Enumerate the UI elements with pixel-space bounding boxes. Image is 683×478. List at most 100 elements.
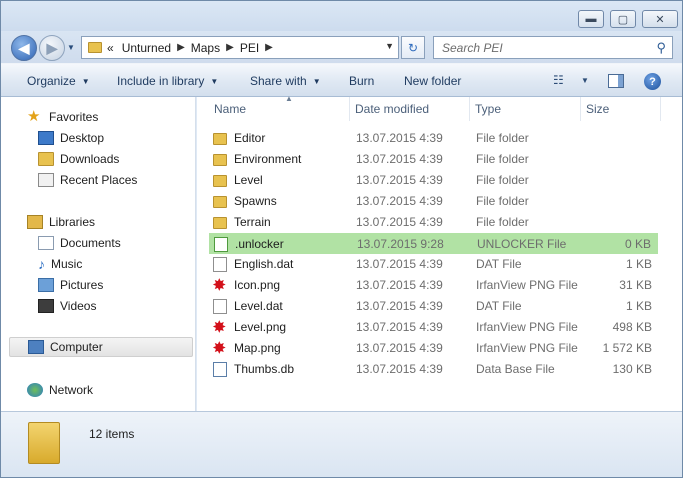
irfanview-icon: ✸ (213, 277, 226, 294)
file-name: Level (234, 173, 263, 187)
sidebar-item-network[interactable]: Network (27, 380, 187, 400)
views-dropdown[interactable]: ▼ (581, 76, 589, 85)
breadcrumb-maps[interactable]: Maps (191, 41, 220, 55)
include-in-library-menu[interactable]: Include in library ▼ (117, 74, 218, 88)
column-header-size[interactable]: Size (581, 97, 661, 121)
back-button[interactable]: ◀ (11, 35, 37, 61)
file-row[interactable]: Spawns 13.07.2015 4:39 File folder (209, 191, 658, 212)
file-date: 13.07.2015 4:39 (356, 320, 443, 334)
preview-pane-icon[interactable] (608, 74, 624, 88)
recent-pages-dropdown[interactable]: ▼ (67, 43, 75, 52)
chevron-down-icon: ▼ (210, 76, 219, 86)
search-box[interactable]: Search PEI ⚲ (433, 36, 673, 59)
sidebar-item-recent-places[interactable]: Recent Places (38, 170, 188, 190)
sidebar-item-label: Favorites (49, 110, 99, 124)
sidebar-item-favorites[interactable]: ★ Favorites (27, 107, 187, 127)
search-input[interactable]: Search PEI (442, 41, 656, 55)
file-size: 1 572 KB (602, 341, 652, 355)
explorer-window: ▬ ▢ ✕ ◀ ▶ ▼ « Unturned ▶ Maps ▶ PEI ▶ ▼ … (0, 0, 683, 478)
file-date: 13.07.2015 4:39 (356, 152, 443, 166)
sidebar-item-label: Libraries (49, 215, 96, 229)
close-button[interactable]: ✕ (642, 10, 678, 28)
share-with-menu[interactable]: Share with ▼ (250, 74, 321, 88)
file-icon (214, 237, 228, 252)
irfanview-icon: ✸ (213, 319, 226, 336)
desktop-icon (38, 131, 54, 145)
file-type: IrfanView PNG File (476, 278, 578, 292)
help-icon[interactable]: ? (644, 73, 661, 90)
file-date: 13.07.2015 4:39 (356, 278, 443, 292)
file-row[interactable]: ✸ Level.png 13.07.2015 4:39 IrfanView PNG F… (209, 317, 658, 338)
file-row[interactable]: Environment 13.07.2015 4:39 File folder (209, 149, 658, 170)
burn-button[interactable]: Burn (349, 74, 374, 88)
file-type: IrfanView PNG File (476, 341, 578, 355)
breadcrumb-separator[interactable]: ▶ (265, 42, 273, 53)
search-icon[interactable]: ⚲ (656, 40, 666, 56)
folder-icon (28, 422, 60, 464)
sidebar-item-downloads[interactable]: Downloads (38, 149, 188, 169)
new-folder-button[interactable]: New folder (404, 74, 461, 88)
sort-ascending-icon: ▲ (285, 94, 293, 103)
sidebar-item-music[interactable]: ♪ Music (38, 254, 188, 274)
column-header-label: Type (475, 102, 502, 116)
chevron-down-icon: ▼ (81, 76, 90, 86)
pictures-icon (38, 278, 54, 292)
column-header-label: Size (586, 102, 610, 116)
file-name: Level.dat (234, 299, 283, 313)
folder-icon (88, 42, 102, 53)
file-size: 130 KB (612, 362, 652, 376)
folder-icon (213, 154, 227, 166)
irfanview-icon: ✸ (213, 340, 226, 357)
file-row[interactable]: English.dat 13.07.2015 4:39 DAT File 1 KB (209, 254, 658, 275)
sidebar-item-libraries[interactable]: Libraries (27, 212, 187, 232)
share-label: Share with (250, 74, 307, 88)
sidebar-item-label: Network (49, 383, 94, 397)
details-pane: 12 items (1, 411, 682, 477)
column-header-type[interactable]: Type (470, 97, 581, 121)
sidebar-item-desktop[interactable]: Desktop (38, 128, 188, 148)
file-date: 13.07.2015 4:39 (356, 194, 443, 208)
file-row[interactable]: Thumbs.db 13.07.2015 4:39 Data Base File 13… (209, 359, 658, 380)
file-type: DAT File (476, 257, 522, 271)
sidebar-item-computer[interactable]: Computer (9, 337, 193, 357)
file-row[interactable]: Terrain 13.07.2015 4:39 File folder (209, 212, 658, 233)
breadcrumb-overflow[interactable]: « (107, 41, 114, 55)
organize-menu[interactable]: Organize ▼ (27, 74, 90, 88)
views-icon[interactable]: ☷ (553, 73, 564, 87)
sidebar-item-documents[interactable]: Documents (38, 233, 188, 253)
column-header-date[interactable]: Date modified (350, 97, 470, 121)
address-dropdown[interactable]: ▼ (385, 41, 394, 51)
sidebar-item-label: Desktop (60, 131, 105, 145)
column-header-name[interactable]: ▲ Name (209, 94, 350, 121)
address-bar[interactable]: « Unturned ▶ Maps ▶ PEI ▶ ▼ (81, 36, 399, 59)
file-row[interactable]: ✸ Icon.png 13.07.2015 4:39 IrfanView PNG Fi… (209, 275, 658, 296)
file-name: Thumbs.db (234, 362, 295, 376)
breadcrumb-separator[interactable]: ▶ (177, 42, 185, 53)
file-name: Map.png (234, 341, 281, 355)
file-row[interactable]: Level.dat 13.07.2015 4:39 DAT File 1 KB (209, 296, 658, 317)
file-type: UNLOCKER File (477, 237, 567, 251)
file-row[interactable]: ✸ Map.png 13.07.2015 4:39 IrfanView PNG Fil… (209, 338, 658, 359)
file-type: File folder (476, 131, 529, 145)
minimize-button[interactable]: ▬ (578, 10, 604, 28)
file-date: 13.07.2015 4:39 (356, 131, 443, 145)
file-row[interactable]: Level 13.07.2015 4:39 File folder (209, 170, 658, 191)
forward-button[interactable]: ▶ (39, 35, 65, 61)
maximize-button[interactable]: ▢ (610, 10, 636, 28)
sidebar-item-pictures[interactable]: Pictures (38, 275, 188, 295)
refresh-button[interactable]: ↻ (401, 36, 425, 59)
address-row: ◀ ▶ ▼ « Unturned ▶ Maps ▶ PEI ▶ ▼ ↻ Sear… (1, 31, 682, 63)
sidebar-item-label: Downloads (60, 152, 120, 166)
file-row[interactable]: Editor 13.07.2015 4:39 File folder (209, 128, 658, 149)
file-name: Icon.png (234, 278, 281, 292)
breadcrumb-pei[interactable]: PEI (240, 41, 259, 55)
sidebar-item-videos[interactable]: Videos (38, 296, 188, 316)
folder-icon (213, 217, 227, 229)
file-row[interactable]: .unlocker 13.07.2015 9:28 UNLOCKER File 0 K… (209, 233, 658, 254)
recent-places-icon (38, 173, 54, 187)
file-size: 1 KB (625, 257, 652, 271)
title-bar: ▬ ▢ ✕ (1, 1, 682, 31)
breadcrumb-separator[interactable]: ▶ (226, 42, 234, 53)
breadcrumb-unturned[interactable]: Unturned (122, 41, 171, 55)
file-name: English.dat (234, 257, 294, 271)
